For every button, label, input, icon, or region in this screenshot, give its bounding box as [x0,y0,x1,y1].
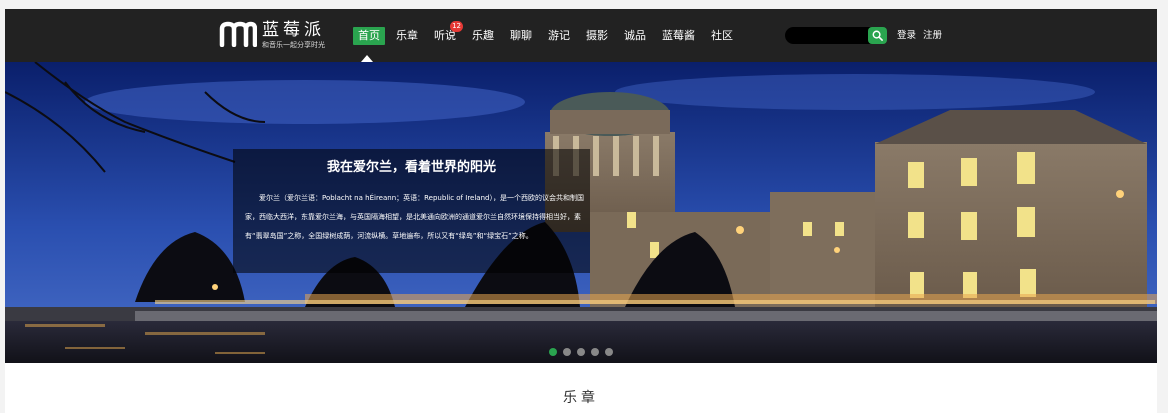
nav-item-5[interactable]: 游记 [543,27,575,45]
nav-item-3[interactable]: 乐趣 [467,27,499,45]
search-button[interactable] [868,27,887,44]
main-nav: 首页 乐章 听说 12 乐趣 聊聊 游记 摄影 诚品 蓝莓酱 社区 [353,21,744,46]
slider-dot-5[interactable] [605,348,613,356]
slider-dot-4[interactable] [591,348,599,356]
banner-caption: 我在爱尔兰，看着世界的阳光 爱尔兰（爱尔兰语：Poblacht na hÉire… [233,149,590,273]
notification-badge: 12 [450,21,463,32]
nav-item-0[interactable]: 首页 [353,27,385,45]
caption-title: 我在爱尔兰，看着世界的阳光 [326,160,496,175]
register-link[interactable]: 注册 [923,29,942,42]
nav-item-1[interactable]: 乐章 [391,27,423,45]
slider-dot-1[interactable] [549,348,557,356]
page-frame: 蓝莓派 和音乐一起分享时光 首页 乐章 听说 12 乐趣 聊聊 游记 摄影 诚品 蓝莓酱 社区 登录… [5,9,1157,413]
logo-slogan: 和音乐一起分享时光 [262,41,325,49]
nav-item-9[interactable]: 社区 [706,27,738,45]
section-title: 乐章 [563,390,599,406]
logo-title: 蓝莓派 [262,20,325,40]
slider-dot-2[interactable] [563,348,571,356]
logo-m-icon [219,21,257,47]
search-input[interactable] [785,27,873,44]
caption-body: 爱尔兰（爱尔兰语：Poblacht na hÉireann；英语：Republi… [245,194,584,240]
auth-links: 登录 注册 [897,29,949,42]
slider-dot-3[interactable] [577,348,585,356]
nav-item-8[interactable]: 蓝莓酱 [657,27,700,45]
slider-dots [549,348,619,356]
nav-item-4[interactable]: 聊聊 [505,27,537,45]
login-link[interactable]: 登录 [897,29,916,42]
top-navbar: 蓝莓派 和音乐一起分享时光 首页 乐章 听说 12 乐趣 聊聊 游记 摄影 诚品 蓝莓酱 社区 登录… [5,9,1157,62]
site-logo[interactable]: 蓝莓派 和音乐一起分享时光 [219,21,325,50]
hero-banner[interactable]: 我在爱尔兰，看着世界的阳光 爱尔兰（爱尔兰语：Poblacht na hÉire… [5,62,1157,363]
nav-item-7[interactable]: 诚品 [619,27,651,45]
search-icon [872,30,883,41]
nav-active-caret [361,55,373,62]
search-box [785,27,887,44]
nav-item-2[interactable]: 听说 12 [429,21,463,45]
nav-item-6[interactable]: 摄影 [581,27,613,45]
